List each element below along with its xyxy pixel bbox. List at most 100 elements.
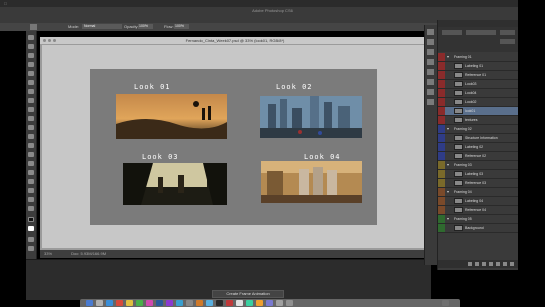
opacity-select[interactable] (500, 30, 515, 35)
layer-row[interactable]: Reference 04 (438, 206, 519, 215)
finder-icon[interactable] (86, 300, 93, 306)
acrobat-icon[interactable] (226, 300, 233, 306)
zoom-level[interactable]: 33% (44, 251, 52, 256)
itunes-icon[interactable] (146, 300, 153, 306)
eyedropper-tool-icon[interactable] (28, 80, 34, 85)
layer-group-row[interactable]: ▾ Framing 04 (438, 188, 519, 197)
document-tab[interactable]: Fernando_Cinta_Week07.psd @ 33% (look01,… (40, 37, 430, 44)
add-mask-icon[interactable] (482, 262, 486, 266)
zoom-window-icon[interactable] (53, 39, 56, 42)
path-select-tool-icon[interactable] (28, 179, 34, 184)
artboard[interactable]: Look 01 Look 02 Look 03 Look 04 (90, 69, 377, 225)
layer-row[interactable]: Labeling 04 (438, 197, 519, 206)
link-layers-icon[interactable] (468, 262, 472, 266)
visibility-eye-icon[interactable] (438, 134, 445, 142)
folder-disclosure-icon[interactable]: ▾ (447, 161, 449, 169)
layer-row[interactable]: Structure Information (438, 134, 519, 143)
visibility-eye-icon[interactable] (438, 80, 445, 88)
eraser-tool-icon[interactable] (28, 125, 34, 130)
move-tool-icon[interactable] (28, 35, 34, 40)
folder-disclosure-icon[interactable]: ▾ (447, 125, 449, 133)
layer-row[interactable]: Reference 03 (438, 179, 519, 188)
layer-group-row[interactable]: ▾ Framing 02 (438, 125, 519, 134)
blur-tool-icon[interactable] (28, 143, 34, 148)
layer-group-row[interactable]: ▾ Framing 05 (438, 215, 519, 224)
opacity-input[interactable]: 100% (138, 24, 153, 29)
folder-disclosure-icon[interactable]: ▾ (447, 215, 449, 223)
adjustment-layer-icon[interactable] (489, 262, 493, 266)
clone-stamp-tool-icon[interactable] (28, 107, 34, 112)
quick-select-tool-icon[interactable] (28, 62, 34, 67)
create-frame-animation-button[interactable]: Create Frame Animation (212, 290, 284, 298)
layer-group-row[interactable]: ▾ Framing 01 (438, 53, 519, 62)
new-layer-icon[interactable] (503, 262, 507, 266)
visibility-eye-icon[interactable] (438, 98, 445, 106)
layer-row[interactable]: Reference 01 (438, 71, 519, 80)
layer-row[interactable]: Look03 (438, 80, 519, 89)
swatches-panel-icon[interactable] (427, 59, 434, 65)
messages-icon[interactable] (136, 300, 143, 306)
documents-icon[interactable] (286, 300, 293, 306)
screen-mode-icon[interactable] (28, 246, 34, 251)
ibooks-icon[interactable] (256, 300, 263, 306)
gradient-tool-icon[interactable] (28, 134, 34, 139)
facetime-icon[interactable] (246, 300, 253, 306)
app-store-icon[interactable] (176, 300, 183, 306)
background-color-icon[interactable] (28, 226, 34, 231)
layer-group-row[interactable]: ▾ Framing 03 (438, 161, 519, 170)
safari-icon[interactable] (106, 300, 113, 306)
visibility-eye-icon[interactable] (438, 197, 445, 205)
type-tool-icon[interactable] (28, 170, 34, 175)
blend-mode-select[interactable] (466, 30, 496, 35)
styles-panel-icon[interactable] (427, 69, 434, 75)
zoom-tool-icon[interactable] (28, 206, 34, 211)
textedit-icon[interactable] (236, 300, 243, 306)
visibility-eye-icon[interactable] (438, 116, 445, 124)
visibility-eye-icon[interactable] (438, 53, 445, 61)
marquee-tool-icon[interactable] (28, 44, 34, 49)
preview-icon[interactable] (266, 300, 273, 306)
premiere-icon[interactable] (166, 300, 173, 306)
apple-menu[interactable]:  (4, 0, 7, 7)
lasso-tool-icon[interactable] (28, 53, 34, 58)
pen-tool-icon[interactable] (28, 161, 34, 166)
layer-filter-select[interactable] (442, 30, 462, 35)
system-preferences-icon[interactable] (186, 300, 193, 306)
notes-icon[interactable] (126, 300, 133, 306)
close-window-icon[interactable] (43, 39, 46, 42)
visibility-eye-icon[interactable] (438, 206, 445, 214)
folder-disclosure-icon[interactable]: ▾ (447, 188, 449, 196)
photoshop-icon[interactable] (156, 300, 163, 306)
healing-tool-icon[interactable] (28, 89, 34, 94)
foreground-color-icon[interactable] (28, 217, 34, 222)
mode-select[interactable]: Normal (82, 24, 122, 29)
quick-mask-icon[interactable] (28, 237, 34, 242)
shape-tool-icon[interactable] (28, 188, 34, 193)
visibility-eye-icon[interactable] (438, 62, 445, 70)
layer-row[interactable]: Labeling 02 (438, 143, 519, 152)
hand-tool-icon[interactable] (28, 197, 34, 202)
history-panel-icon[interactable] (427, 29, 434, 35)
brush-tool-icon[interactable] (28, 98, 34, 103)
visibility-eye-icon[interactable] (438, 125, 445, 133)
visibility-eye-icon[interactable] (438, 215, 445, 223)
layer-row[interactable]: look01 (438, 107, 519, 116)
minimize-window-icon[interactable] (48, 39, 51, 42)
visibility-eye-icon[interactable] (438, 188, 445, 196)
visibility-eye-icon[interactable] (438, 152, 445, 160)
adjustments-panel-icon[interactable] (427, 49, 434, 55)
visibility-eye-icon[interactable] (438, 143, 445, 151)
layer-row[interactable]: Labeling 01 (438, 62, 519, 71)
visibility-eye-icon[interactable] (438, 224, 445, 232)
brush-tool-icon[interactable] (30, 24, 37, 30)
trash-dock-icon[interactable] (442, 300, 449, 306)
calendar-icon[interactable] (116, 300, 123, 306)
paragraph-panel-icon[interactable] (427, 99, 434, 105)
illustrator-icon[interactable] (196, 300, 203, 306)
character-panel-icon[interactable] (427, 89, 434, 95)
visibility-eye-icon[interactable] (438, 161, 445, 169)
history-brush-tool-icon[interactable] (28, 116, 34, 121)
layer-row[interactable]: Reference 02 (438, 152, 519, 161)
flow-input[interactable]: 100% (174, 24, 189, 29)
terminal-icon[interactable] (216, 300, 223, 306)
